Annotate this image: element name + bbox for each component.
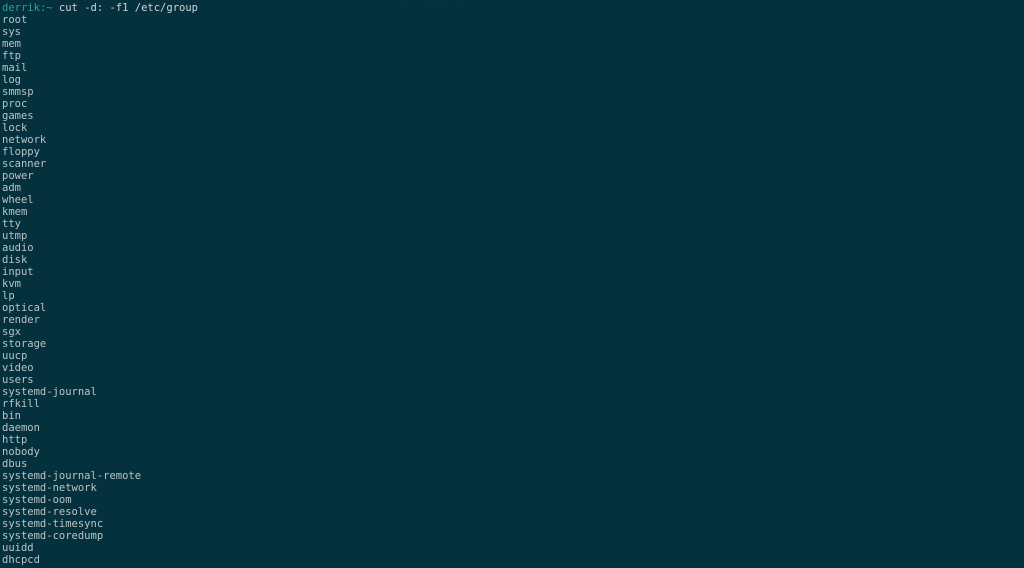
- output-line: ftp: [2, 50, 21, 62]
- output-line: systemd-oom: [2, 494, 72, 506]
- output-line: uucp: [2, 350, 28, 362]
- output-line: input: [2, 266, 34, 278]
- output-line: root: [2, 14, 28, 26]
- output-line: systemd-journal-remote: [2, 470, 142, 482]
- output-line: proc: [2, 98, 28, 110]
- terminal-screen[interactable]: derrik:~ cut -d: -f1 /etc/group root sys m…: [2, 2, 1024, 568]
- output-line: optical: [2, 302, 47, 314]
- output-line: users: [2, 374, 34, 386]
- output-line: uuidd: [2, 542, 34, 554]
- output-line: systemd-journal: [2, 386, 97, 398]
- prompt-line: derrik:~ cut -d: -f1 /etc/group: [2, 2, 1024, 14]
- output-line: render: [2, 314, 40, 326]
- output-line: utmp: [2, 230, 28, 242]
- output-line: wheel: [2, 194, 34, 206]
- output-line: bin: [2, 410, 21, 422]
- output-line: floppy: [2, 146, 40, 158]
- output-line: systemd-network: [2, 482, 97, 494]
- output-line: nobody: [2, 446, 40, 458]
- prompt-hostname: derrik: [2, 2, 40, 14]
- output-line: scanner: [2, 158, 47, 170]
- output-line: smmsp: [2, 86, 34, 98]
- output-line: audio: [2, 242, 34, 254]
- output-line: dhcpcd: [2, 554, 40, 566]
- output-line: storage: [2, 338, 47, 350]
- output-line: kmem: [2, 206, 28, 218]
- output-line: mem: [2, 38, 21, 50]
- output-line: lock: [2, 122, 28, 134]
- output-line: disk: [2, 254, 28, 266]
- output-line: sgx: [2, 326, 21, 338]
- output-line: systemd-timesync: [2, 518, 104, 530]
- output-line: mail: [2, 62, 28, 74]
- command-output: root sys mem ftp mail log smmsp proc games lock ne…: [2, 14, 1024, 566]
- output-line: systemd-coredump: [2, 530, 104, 542]
- output-line: games: [2, 110, 34, 122]
- output-line: rfkill: [2, 398, 40, 410]
- output-line: log: [2, 74, 21, 86]
- command-text: cut -d: -f1 /etc/group: [52, 2, 198, 14]
- output-line: sys: [2, 26, 21, 38]
- output-line: daemon: [2, 422, 40, 434]
- output-line: systemd-resolve: [2, 506, 97, 518]
- output-line: dbus: [2, 458, 28, 470]
- output-line: adm: [2, 182, 21, 194]
- output-line: power: [2, 170, 34, 182]
- output-line: tty: [2, 218, 21, 230]
- output-line: lp: [2, 290, 15, 302]
- output-line: video: [2, 362, 34, 374]
- output-line: http: [2, 434, 28, 446]
- output-line: kvm: [2, 278, 21, 290]
- terminal-window[interactable]: ls -l /etc/group derrik:~ cut -d: -f1 /e…: [0, 0, 1024, 568]
- output-line: network: [2, 134, 47, 146]
